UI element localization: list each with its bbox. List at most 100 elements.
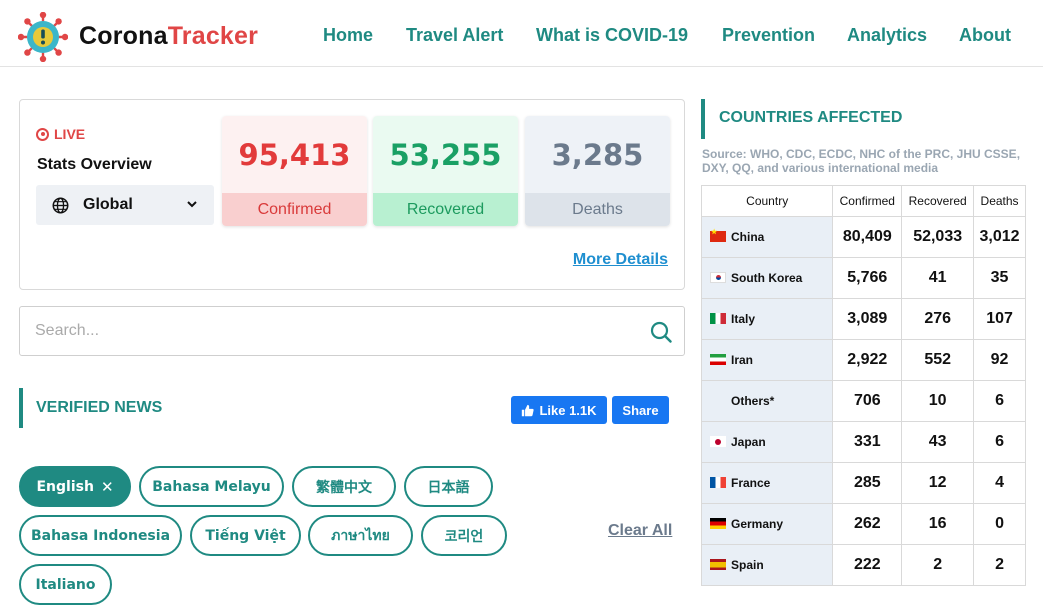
confirmed-stat: 95,413 Confirmed bbox=[222, 116, 367, 226]
spain-flag-icon bbox=[710, 559, 726, 570]
col-header-country[interactable]: Country bbox=[700, 185, 834, 217]
nav-travel-alert[interactable]: Travel Alert bbox=[406, 25, 503, 46]
lang-chip-bahasa-indonesia[interactable]: Bahasa Indonesia bbox=[19, 515, 182, 556]
recovered-value: 53,255 bbox=[373, 116, 518, 193]
deaths-label: Deaths bbox=[525, 193, 670, 226]
country-name: Germany bbox=[731, 517, 784, 531]
live-label: LIVE bbox=[54, 126, 86, 142]
table-row[interactable]: Japan 331 43 6 bbox=[700, 421, 1026, 463]
live-indicator: LIVE bbox=[36, 126, 85, 142]
top-header: CoronaTracker Home Travel Alert What is … bbox=[0, 0, 1043, 67]
country-name: Japan bbox=[731, 435, 766, 449]
confirmed-cell: 285 bbox=[832, 462, 903, 504]
table-row[interactable]: Iran 2,922 552 92 bbox=[700, 339, 1026, 381]
table-header-row: Country Confirmed Recovered Deaths bbox=[700, 185, 1026, 217]
table-row[interactable]: Spain 222 2 2 bbox=[700, 544, 1026, 586]
country-name: China bbox=[731, 230, 765, 244]
lang-chip-japanese[interactable]: 日本語 bbox=[404, 466, 493, 507]
france-flag-icon bbox=[710, 477, 726, 488]
country-name: Iran bbox=[731, 353, 754, 367]
col-header-recovered[interactable]: Recovered bbox=[901, 185, 975, 217]
germany-flag-icon bbox=[710, 518, 726, 529]
col-header-confirmed[interactable]: Confirmed bbox=[832, 185, 903, 217]
recovered-stat: 53,255 Recovered bbox=[373, 116, 518, 226]
confirmed-cell: 222 bbox=[832, 544, 903, 586]
confirmed-cell: 3,089 bbox=[832, 298, 903, 340]
recovered-cell: 552 bbox=[901, 339, 975, 381]
country-cell: South Korea bbox=[700, 257, 834, 299]
table-row[interactable]: Italy 3,089 276 107 bbox=[700, 298, 1026, 340]
facebook-share-button[interactable]: Share bbox=[612, 396, 669, 424]
recovered-cell: 10 bbox=[901, 380, 975, 422]
confirmed-cell: 706 bbox=[832, 380, 903, 422]
thumbs-up-icon bbox=[522, 404, 535, 416]
deaths-cell: 3,012 bbox=[973, 216, 1026, 258]
country-cell: France bbox=[700, 462, 834, 504]
japan-flag-icon bbox=[710, 436, 726, 447]
country-cell: Italy bbox=[700, 298, 834, 340]
table-row[interactable]: South Korea 5,766 41 35 bbox=[700, 257, 1026, 299]
region-select[interactable]: Global bbox=[36, 185, 214, 225]
country-cell: Iran bbox=[700, 339, 834, 381]
close-icon[interactable]: ✕ bbox=[101, 478, 114, 496]
deaths-cell: 4 bbox=[973, 462, 1026, 504]
lang-chip-label: English bbox=[36, 478, 94, 495]
globe-icon bbox=[52, 197, 69, 213]
table-row[interactable]: France 285 12 4 bbox=[700, 462, 1026, 504]
country-cell: Others* bbox=[700, 380, 834, 422]
brand-part-tracker: Tracker bbox=[167, 22, 259, 50]
nav-what-is-covid[interactable]: What is COVID-19 bbox=[536, 25, 688, 46]
recovered-cell: 2 bbox=[901, 544, 975, 586]
deaths-stat: 3,285 Deaths bbox=[525, 116, 670, 226]
facebook-like-button[interactable]: Like 1.1K bbox=[511, 396, 607, 424]
lang-chip-thai[interactable]: ภาษาไทย bbox=[308, 515, 413, 556]
confirmed-cell: 2,922 bbox=[832, 339, 903, 381]
deaths-value: 3,285 bbox=[525, 116, 670, 193]
country-name: France bbox=[731, 476, 771, 490]
lang-chip-vietnamese[interactable]: Tiếng Việt bbox=[190, 515, 301, 556]
confirmed-cell: 262 bbox=[832, 503, 903, 545]
recovered-cell: 43 bbox=[901, 421, 975, 463]
more-details-link[interactable]: More Details bbox=[573, 251, 668, 269]
lang-chip-traditional-chinese[interactable]: 繁體中文 bbox=[292, 466, 396, 507]
deaths-cell: 35 bbox=[973, 257, 1026, 299]
confirmed-cell: 5,766 bbox=[832, 257, 903, 299]
country-name: South Korea bbox=[731, 271, 803, 285]
corona-virus-logo-icon[interactable] bbox=[18, 12, 68, 62]
country-cell: Japan bbox=[700, 421, 834, 463]
countries-affected-heading: COUNTRIES AFFECTED bbox=[701, 99, 902, 139]
confirmed-cell: 331 bbox=[832, 421, 903, 463]
nav-prevention[interactable]: Prevention bbox=[722, 25, 815, 46]
italy-flag-icon bbox=[710, 313, 726, 324]
confirmed-label: Confirmed bbox=[222, 193, 367, 226]
nav-about[interactable]: About bbox=[959, 25, 1011, 46]
deaths-cell: 92 bbox=[973, 339, 1026, 381]
deaths-cell: 2 bbox=[973, 544, 1026, 586]
recovered-cell: 41 bbox=[901, 257, 975, 299]
recovered-cell: 12 bbox=[901, 462, 975, 504]
iran-flag-icon bbox=[710, 354, 726, 365]
live-dot-icon bbox=[36, 127, 49, 141]
region-label: Global bbox=[83, 196, 133, 213]
search-icon[interactable] bbox=[650, 321, 672, 343]
confirmed-value: 95,413 bbox=[222, 116, 367, 193]
nav-analytics[interactable]: Analytics bbox=[847, 25, 927, 46]
country-name: Italy bbox=[731, 312, 756, 326]
lang-chip-korean[interactable]: 코리언 bbox=[421, 515, 507, 556]
brand-name[interactable]: CoronaTracker bbox=[79, 22, 258, 51]
lang-chip-bahasa-melayu[interactable]: Bahasa Melayu bbox=[139, 466, 284, 507]
table-row[interactable]: Others* 706 10 6 bbox=[700, 380, 1026, 422]
recovered-cell: 276 bbox=[901, 298, 975, 340]
recovered-label: Recovered bbox=[373, 193, 518, 226]
table-row[interactable]: China 80,409 52,033 3,012 bbox=[700, 216, 1026, 258]
country-name: Spain bbox=[731, 558, 764, 572]
lang-chip-italiano[interactable]: Italiano bbox=[19, 564, 112, 605]
col-header-deaths[interactable]: Deaths bbox=[973, 185, 1026, 217]
search-box bbox=[19, 306, 685, 356]
chevron-down-icon bbox=[187, 201, 197, 208]
lang-chip-english[interactable]: English ✕ bbox=[19, 466, 131, 507]
nav-home[interactable]: Home bbox=[323, 25, 373, 46]
search-input[interactable] bbox=[35, 319, 635, 343]
clear-all-link[interactable]: Clear All bbox=[608, 522, 672, 540]
table-row[interactable]: Germany 262 16 0 bbox=[700, 503, 1026, 545]
